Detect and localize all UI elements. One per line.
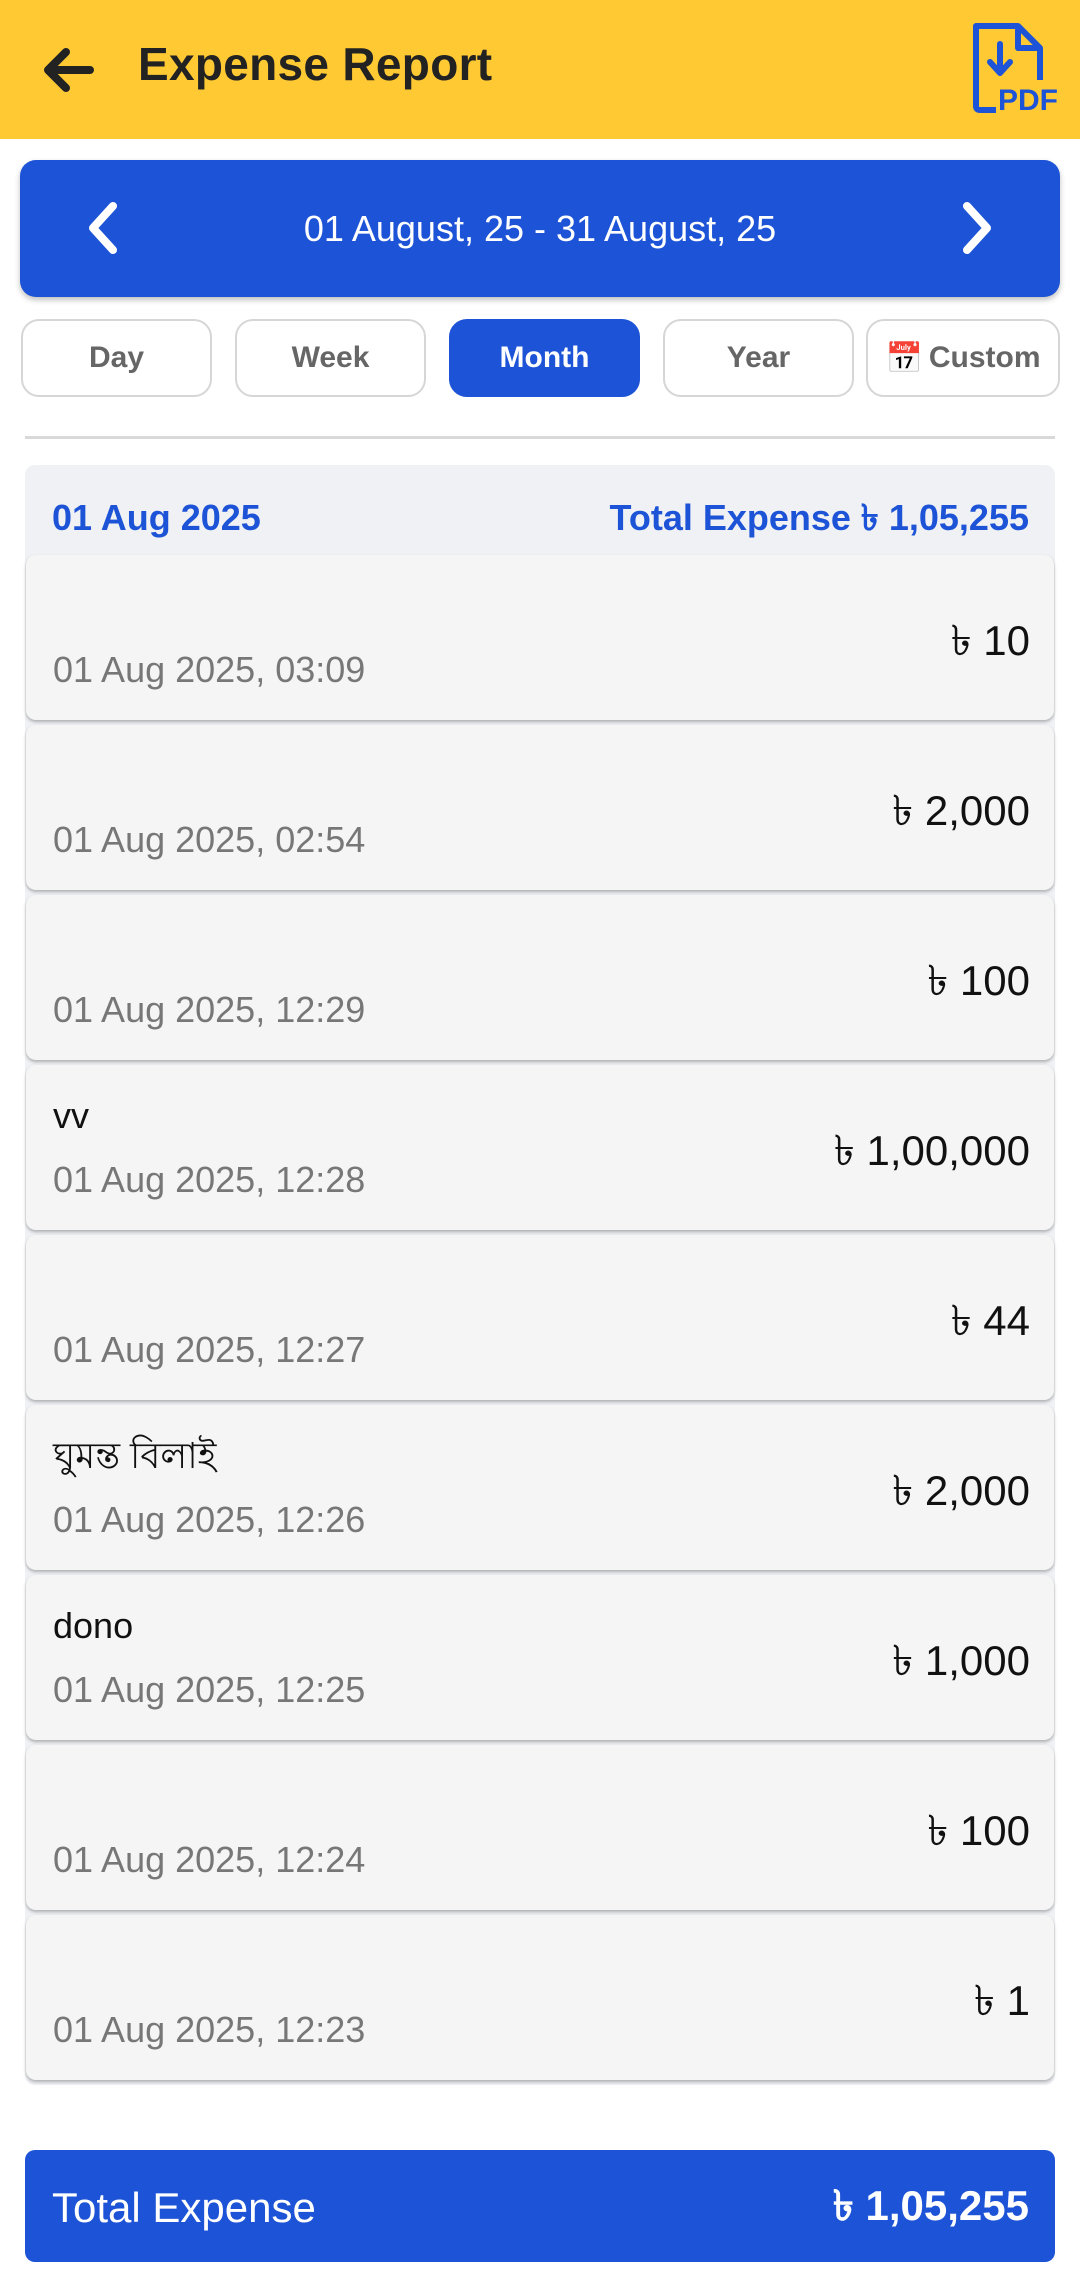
next-range-button[interactable] [936, 188, 1016, 268]
expense-day-group: 01 Aug 2025 Total Expense ৳ 1,05,255 01 … [25, 465, 1055, 2085]
back-button[interactable] [28, 30, 108, 110]
divider [25, 436, 1055, 439]
expense-amount: ৳ 2,000 [892, 787, 1030, 834]
expense-row[interactable]: 01 Aug 2025, 12:24 ৳ 100 [26, 1745, 1054, 1910]
period-tabs: Day Week Month Year 📅 Custom [21, 319, 1061, 397]
app-bar: Expense Report PDF [0, 0, 1080, 139]
expense-time: 01 Aug 2025, 12:23 [53, 2009, 366, 2050]
calendar-icon: 📅 [885, 341, 923, 375]
tab-year[interactable]: Year [663, 319, 854, 397]
expense-row[interactable]: 01 Aug 2025, 12:23 ৳ 1 [26, 1915, 1054, 2080]
expense-time: 01 Aug 2025, 12:25 [53, 1669, 366, 1710]
expense-row[interactable]: ঘুমন্ত বিলাই 01 Aug 2025, 12:26 ৳ 2,000 [26, 1405, 1054, 1570]
expense-amount: ৳ 10 [950, 617, 1030, 664]
expense-amount: ৳ 44 [950, 1297, 1030, 1344]
group-header: 01 Aug 2025 Total Expense ৳ 1,05,255 [25, 465, 1055, 555]
expense-row[interactable]: 01 Aug 2025, 12:27 ৳ 44 [26, 1235, 1054, 1400]
tab-month[interactable]: Month [449, 319, 640, 397]
expense-time: 01 Aug 2025, 12:24 [53, 1839, 366, 1880]
expense-note: vv [53, 1095, 89, 1136]
expense-row[interactable]: 01 Aug 2025, 12:29 ৳ 100 [26, 895, 1054, 1060]
tab-week[interactable]: Week [235, 319, 426, 397]
expense-time: 01 Aug 2025, 12:28 [53, 1159, 366, 1200]
expense-time: 01 Aug 2025, 02:54 [53, 819, 366, 860]
expense-amount: ৳ 100 [927, 957, 1030, 1004]
expense-amount: ৳ 2,000 [892, 1467, 1030, 1514]
expense-time: 01 Aug 2025, 03:09 [53, 649, 366, 690]
expense-time: 01 Aug 2025, 12:26 [53, 1499, 366, 1540]
expense-row[interactable]: dono 01 Aug 2025, 12:25 ৳ 1,000 [26, 1575, 1054, 1740]
total-expense-label: Total Expense [52, 2184, 316, 2231]
pdf-download-icon: PDF [973, 23, 1060, 117]
expense-time: 01 Aug 2025, 12:27 [53, 1329, 366, 1370]
tab-day[interactable]: Day [21, 319, 212, 397]
total-expense-bar: Total Expense ৳ 1,05,255 [25, 2150, 1055, 2262]
page-title: Expense Report [138, 38, 493, 90]
svg-text:PDF: PDF [998, 84, 1058, 117]
expense-amount: ৳ 100 [927, 1807, 1030, 1854]
arrow-left-icon [44, 48, 94, 92]
expense-row[interactable]: vv 01 Aug 2025, 12:28 ৳ 1,00,000 [26, 1065, 1054, 1230]
group-date: 01 Aug 2025 [52, 497, 261, 538]
tab-custom-label: Custom [928, 341, 1041, 374]
chevron-left-icon [89, 202, 117, 254]
expense-amount: ৳ 1,00,000 [833, 1127, 1030, 1174]
tab-custom[interactable]: 📅 Custom [866, 319, 1060, 397]
expense-amount: ৳ 1 [974, 1977, 1030, 2024]
group-total: Total Expense ৳ 1,05,255 [609, 497, 1029, 538]
total-expense-value: ৳ 1,05,255 [832, 2182, 1029, 2229]
expense-row[interactable]: 01 Aug 2025, 03:09 ৳ 10 [26, 555, 1054, 720]
expense-time: 01 Aug 2025, 12:29 [53, 989, 366, 1030]
expense-amount: ৳ 1,000 [892, 1637, 1030, 1684]
date-range-bar: 01 August, 25 - 31 August, 25 [20, 160, 1060, 297]
pdf-download-button[interactable]: PDF [962, 18, 1062, 118]
expense-note: ঘুমন্ত বিলাই [53, 1435, 217, 1476]
previous-range-button[interactable] [64, 188, 144, 268]
expense-row[interactable]: 01 Aug 2025, 02:54 ৳ 2,000 [26, 725, 1054, 890]
chevron-right-icon [963, 202, 991, 254]
date-range-label: 01 August, 25 - 31 August, 25 [303, 208, 777, 249]
expense-note: dono [53, 1605, 134, 1646]
